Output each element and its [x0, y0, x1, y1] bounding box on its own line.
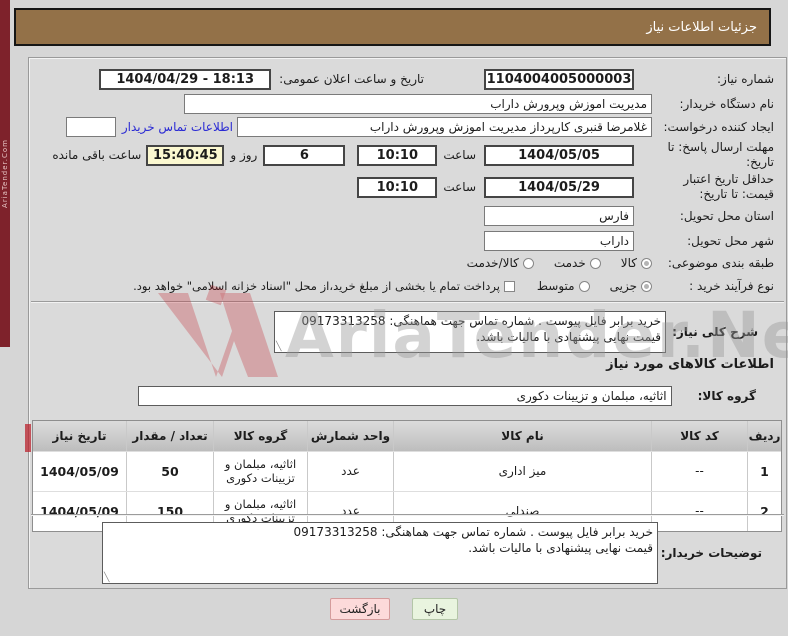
- col-row-no: ردیف: [747, 421, 781, 451]
- col-quantity: تعداد / مقدار: [126, 421, 213, 451]
- creator-label: ایجاد کننده درخواست:: [663, 119, 774, 134]
- resize-grip-icon[interactable]: ╲: [276, 343, 281, 352]
- province-field[interactable]: فارس: [484, 206, 634, 226]
- page-title-bar: جزئیات اطلاعات نیاز: [14, 8, 771, 46]
- watermark-side-banner-text: AriaTender.Com: [1, 139, 9, 208]
- buyer-contact-link[interactable]: اطلاعات تماس خریدار: [122, 120, 233, 134]
- buyer-notes-label: توضیحات خریدار:: [660, 546, 762, 560]
- city-label: شهر محل تحویل:: [687, 233, 774, 248]
- row-price-validity: حداقل تاریخ اعتبار قیمت: تا تاریخ: 1404/…: [35, 171, 774, 203]
- back-button[interactable]: بازگشت: [330, 598, 390, 620]
- goods-group-field[interactable]: اثاثیه، مبلمان و تزیینات دکوری: [137, 386, 672, 406]
- creator-field[interactable]: غلامرضا قنبری کارپرداز مدیریت اموزش وپرو…: [237, 117, 652, 137]
- validity-date-field[interactable]: 1404/05/29: [484, 176, 634, 198]
- items-table-header: ردیف کد کالا نام کالا واحد شمارش گروه کا…: [33, 421, 781, 451]
- col-need-date: تاریخ نیاز: [33, 421, 126, 451]
- cell-need-date: 1404/05/09: [40, 464, 119, 479]
- days-left-field[interactable]: 6: [263, 144, 346, 166]
- treasury-checkbox[interactable]: [503, 280, 515, 292]
- category-option-goods-label: کالا: [620, 256, 637, 270]
- col-unit: واحد شمارش: [307, 421, 393, 451]
- row-buyer-org: نام دستگاه خریدار: مدیریت اموزش وپرورش د…: [35, 93, 774, 115]
- deadline-time-field[interactable]: 10:10: [357, 144, 438, 166]
- deadline-hour-label: ساعت: [443, 148, 476, 162]
- need-number-label: شماره نیاز:: [717, 71, 774, 86]
- cell-quantity: 50: [126, 452, 213, 491]
- need-description-line1: خرید برابر فایل پیوست . شماره تماس جهت ه…: [301, 314, 661, 328]
- category-option-service-label: خدمت: [553, 256, 586, 270]
- cell-item-name: میز اداری: [393, 452, 651, 491]
- creator-extra-field[interactable]: [65, 117, 116, 137]
- separator-top: [31, 301, 784, 303]
- announce-label: تاریخ و ساعت اعلان عمومی:: [279, 72, 424, 86]
- col-group: گروه کالا: [213, 421, 307, 451]
- validity-hour-label: ساعت: [443, 180, 476, 194]
- category-radio-service[interactable]: [589, 257, 601, 269]
- page-title: جزئیات اطلاعات نیاز: [646, 19, 757, 35]
- row-purchase-process: نوع فرآیند خرید : جزیی متوسط پرداخت تمام…: [35, 276, 774, 296]
- row-need-number: شماره نیاز: 1104004005000003 تاریخ و ساع…: [35, 68, 774, 90]
- buyer-notes-line1: خرید برابر فایل پیوست . شماره تماس جهت ه…: [293, 525, 653, 539]
- process-radio-minor[interactable]: [641, 280, 652, 292]
- cell-row-no: 1: [747, 452, 781, 491]
- validity-label: حداقل تاریخ اعتبار قیمت: تا تاریخ:: [683, 172, 774, 201]
- category-radio-goods-service[interactable]: [522, 257, 534, 269]
- buyer-org-label: نام دستگاه خریدار:: [679, 96, 775, 111]
- time-left-field[interactable]: 15:40:45: [146, 144, 225, 166]
- deadline-date-field[interactable]: 1404/05/05: [484, 144, 634, 166]
- time-left-suffix-label: ساعت باقی مانده: [52, 148, 142, 162]
- need-description-line2: قیمت نهایی پیشنهادی با مالیات باشد.: [476, 330, 661, 345]
- deadline-label: مهلت ارسال پاسخ: تا تاریخ:: [667, 140, 774, 169]
- row-creator: ایجاد کننده درخواست: غلامرضا قنبری کارپر…: [35, 116, 774, 138]
- need-description-label: شرح کلی نیاز:: [672, 325, 758, 339]
- col-item-code: کد کالا: [651, 421, 747, 451]
- province-label: استان محل تحویل:: [679, 208, 774, 223]
- buyer-org-field[interactable]: مدیریت اموزش وپرورش داراب: [184, 94, 652, 114]
- need-description-textarea[interactable]: خرید برابر فایل پیوست . شماره تماس جهت ه…: [274, 311, 666, 353]
- need-details-screen: AriaTender.Com جزئیات اطلاعات نیاز شماره…: [0, 0, 788, 636]
- city-field[interactable]: داراب: [484, 231, 634, 251]
- row-deadline: مهلت ارسال پاسخ: تا تاریخ: 1404/05/05 سا…: [35, 139, 774, 171]
- validity-time-field[interactable]: 10:10: [357, 176, 438, 198]
- row-goods-group: گروه کالا: اثاثیه، مبلمان و تزیینات دکور…: [35, 385, 756, 407]
- row-province: استان محل تحویل: فارس: [35, 205, 774, 227]
- process-label: نوع فرآیند خرید :: [689, 278, 774, 293]
- cell-group: اثاثیه، مبلمان و تزیینات دکوری: [213, 452, 307, 491]
- row-buyer-notes: توضیحات خریدار: خرید برابر فایل پیوست . …: [35, 520, 762, 586]
- cell-item-code: --: [651, 452, 747, 491]
- treasury-note-label: پرداخت تمام یا بخشی از مبلغ خرید،از محل …: [133, 279, 500, 293]
- table-row: 1 -- میز اداری عدد اثاثیه، مبلمان و تزیی…: [33, 451, 781, 491]
- announce-field[interactable]: 1404/04/29 - 18:13: [99, 68, 272, 90]
- resize-grip-icon[interactable]: ╲: [104, 574, 109, 583]
- process-option-minor-label: جزیی: [609, 279, 637, 293]
- category-radio-goods[interactable]: [641, 257, 652, 269]
- col-item-name: نام کالا: [393, 421, 651, 451]
- items-table-body: 1 -- میز اداری عدد اثاثیه، مبلمان و تزیی…: [33, 451, 781, 531]
- row-need-description: شرح کلی نیاز: خرید برابر فایل پیوست . شم…: [35, 309, 758, 355]
- category-option-goods-service-label: کالا/خدمت: [466, 256, 519, 270]
- process-radio-medium[interactable]: [578, 280, 590, 292]
- print-button[interactable]: چاپ: [412, 598, 458, 620]
- days-suffix-label: روز و: [230, 148, 258, 162]
- cell-unit: عدد: [307, 452, 393, 491]
- watermark-side-banner: AriaTender.Com: [0, 0, 10, 347]
- process-option-medium-label: متوسط: [536, 279, 575, 293]
- buyer-notes-line2: قیمت نهایی پیشنهادی با مالیات باشد.: [468, 541, 653, 556]
- footer-button-row: چاپ بازگشت: [0, 598, 788, 620]
- row-city: شهر محل تحویل: داراب: [35, 230, 774, 252]
- need-details-panel: شماره نیاز: 1104004005000003 تاریخ و ساع…: [28, 57, 787, 589]
- goods-group-label: گروه کالا:: [697, 389, 756, 403]
- buyer-notes-textarea[interactable]: خرید برابر فایل پیوست . شماره تماس جهت ه…: [102, 522, 658, 584]
- need-number-field[interactable]: 1104004005000003: [484, 68, 634, 90]
- items-section-title: اطلاعات کالاهای مورد نیاز: [606, 357, 774, 372]
- separator-bottom: [31, 514, 784, 516]
- category-label: طبقه بندی موضوعی:: [667, 255, 774, 270]
- row-subject-category: طبقه بندی موضوعی: کالا خدمت کالا/خدمت: [35, 254, 774, 272]
